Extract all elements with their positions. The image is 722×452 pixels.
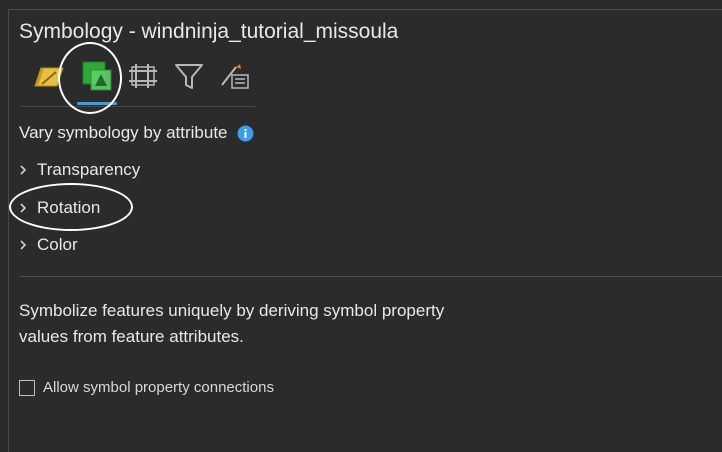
tab-symbol-properties[interactable] — [217, 56, 253, 96]
tab-symbol-layers[interactable] — [125, 56, 161, 96]
primary-symbology-icon — [32, 60, 66, 92]
expander-rotation[interactable]: Rotation — [19, 198, 100, 218]
expander-label: Transparency — [37, 160, 141, 179]
symbology-tab-strip — [21, 54, 255, 107]
expander-label: Rotation — [37, 198, 101, 217]
chevron-right-icon — [19, 164, 29, 176]
expander-color[interactable]: Color — [19, 235, 78, 255]
expander-transparency[interactable]: Transparency — [19, 160, 140, 180]
expander-label: Color — [37, 235, 78, 254]
vary-by-attribute-icon — [80, 59, 114, 93]
active-tab-indicator — [77, 102, 117, 105]
tab-primary-symbology[interactable] — [31, 56, 67, 96]
symbol-layers-icon — [126, 61, 160, 91]
allow-connections-option[interactable]: Allow symbol property connections — [19, 379, 274, 396]
section-heading-text: Vary symbology by attribute — [19, 123, 228, 142]
info-icon[interactable] — [237, 125, 254, 142]
description-text: Symbolize features uniquely by deriving … — [19, 301, 445, 346]
tab-filter[interactable] — [171, 56, 207, 96]
pane-title: Symbology - windninja_tutorial_missoula — [19, 20, 399, 43]
section-heading: Vary symbology by attribute — [19, 123, 254, 143]
chevron-right-icon — [19, 202, 29, 214]
tab-vary-by-attribute[interactable] — [79, 56, 115, 96]
symbol-properties-icon — [218, 61, 252, 91]
symbology-pane: Symbology - windninja_tutorial_missoula — [8, 9, 722, 452]
allow-connections-label: Allow symbol property connections — [43, 379, 274, 396]
filter-icon — [173, 61, 205, 91]
section-divider — [19, 276, 722, 277]
chevron-right-icon — [19, 239, 29, 251]
allow-connections-checkbox[interactable] — [19, 379, 35, 396]
